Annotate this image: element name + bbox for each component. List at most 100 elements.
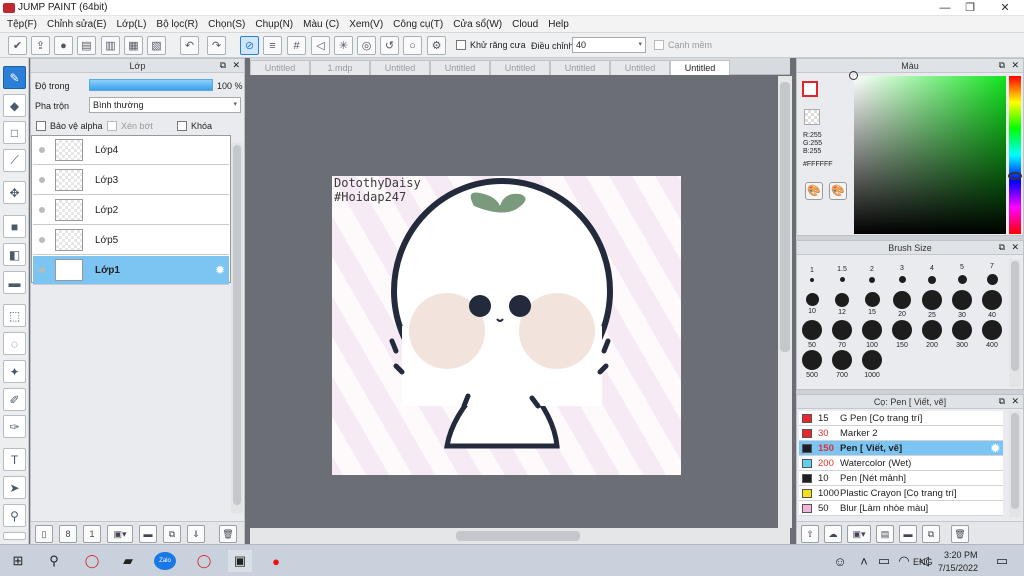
- canvas-area[interactable]: DotothyDaisy #Hoidap247: [250, 76, 778, 528]
- brush-size-option[interactable]: 200: [917, 319, 947, 349]
- close-button[interactable]: ✕: [990, 0, 1020, 16]
- brush-size-option[interactable]: 15: [857, 289, 887, 319]
- tab-untitled[interactable]: Untitled: [370, 60, 430, 75]
- popout-icon[interactable]: ⧉: [999, 60, 1005, 71]
- brush-size-option[interactable]: 7: [977, 259, 1007, 289]
- snap-curve-icon[interactable]: ↺: [380, 36, 399, 55]
- rect-select-icon[interactable]: ⬚: [3, 304, 26, 327]
- menu-filter[interactable]: Bộ lọc(R): [151, 19, 203, 30]
- export-icon[interactable]: ⇪: [31, 36, 50, 55]
- merge-down-icon[interactable]: ⇓: [187, 525, 205, 543]
- layer-row-selected[interactable]: Lớp1 ✹: [33, 256, 229, 285]
- line-tool-icon[interactable]: ⟋: [3, 149, 26, 172]
- layer-row[interactable]: Lớp3: [33, 166, 229, 195]
- brush-size-option[interactable]: 150: [887, 319, 917, 349]
- maximize-button[interactable]: ❐: [955, 0, 985, 16]
- close-panel-icon[interactable]: ✕: [1011, 60, 1019, 71]
- gear-icon[interactable]: ✹: [991, 442, 1000, 455]
- menu-color[interactable]: Màu (C): [298, 19, 344, 30]
- zalo-icon[interactable]: Zalo: [154, 552, 176, 570]
- magic-wand-icon[interactable]: ✦: [3, 360, 26, 383]
- visibility-icon[interactable]: [39, 207, 45, 213]
- menu-file[interactable]: Tệp(F): [2, 19, 42, 30]
- text-tool-icon[interactable]: T: [3, 448, 26, 471]
- brush-item[interactable]: 10 Pen [Nét mảnh]: [799, 471, 1003, 486]
- antialias-checkbox[interactable]: [456, 40, 466, 50]
- jump-paint-taskbar-icon[interactable]: ▣: [228, 550, 252, 572]
- brush-settings-icon[interactable]: ▤: [876, 525, 894, 543]
- document-icon[interactable]: ▦: [124, 36, 143, 55]
- brush-upload-icon[interactable]: ⇧: [801, 525, 819, 543]
- lock-option[interactable]: Khóa: [177, 121, 212, 131]
- visibility-icon[interactable]: [39, 177, 45, 183]
- settings-doc-icon[interactable]: ▧: [147, 36, 166, 55]
- brush-size-option[interactable]: 20: [887, 289, 917, 319]
- snap-off-icon[interactable]: ⊘: [240, 36, 259, 55]
- shape-tool-icon[interactable]: □: [3, 121, 26, 144]
- palette-icon[interactable]: 🎨: [805, 182, 823, 200]
- popout-icon[interactable]: ⧉: [220, 60, 226, 71]
- menu-help[interactable]: Help: [543, 19, 574, 30]
- brush-size-option[interactable]: 700: [827, 349, 857, 379]
- new-1bit-layer-icon[interactable]: 1: [83, 525, 101, 543]
- tab-untitled[interactable]: Untitled: [490, 60, 550, 75]
- brush-folder-icon[interactable]: ▬: [899, 525, 917, 543]
- clock-time[interactable]: 3:20 PM: [944, 550, 978, 560]
- brush-item[interactable]: 15 G Pen [Cọ trang trí]: [799, 411, 1003, 426]
- undo-icon[interactable]: ↶: [180, 36, 199, 55]
- snap-circle-icon[interactable]: ◎: [357, 36, 376, 55]
- operation-tool-icon[interactable]: ➤: [3, 476, 26, 499]
- snap-ellipse-icon[interactable]: ○: [403, 36, 422, 55]
- bucket-tool-icon[interactable]: ◧: [3, 243, 26, 266]
- visibility-icon[interactable]: [39, 237, 45, 243]
- brush-size-option[interactable]: 1: [797, 259, 827, 289]
- antialias-option[interactable]: Khử răng cưa: [456, 40, 526, 50]
- layer-row[interactable]: Lớp5: [33, 226, 229, 255]
- new-layer-icon[interactable]: ▯: [35, 525, 53, 543]
- primary-color-swatch[interactable]: [802, 81, 818, 97]
- brush-size-option[interactable]: 30: [947, 289, 977, 319]
- protect-alpha-checkbox[interactable]: [36, 121, 46, 131]
- eraser-tool-icon[interactable]: ◆: [3, 94, 26, 117]
- adjust-input[interactable]: 40 ▾: [572, 37, 646, 53]
- snap-settings-icon[interactable]: ⚙: [427, 36, 446, 55]
- move-tool-icon[interactable]: ✥: [3, 181, 26, 204]
- tab-untitled[interactable]: Untitled: [610, 60, 670, 75]
- cloud-check-icon[interactable]: ✔: [8, 36, 27, 55]
- brush-size-option[interactable]: 4: [917, 259, 947, 289]
- popout-icon[interactable]: ⧉: [999, 242, 1005, 253]
- visibility-icon[interactable]: [39, 267, 45, 273]
- snap-vanish-icon[interactable]: ◁: [311, 36, 330, 55]
- clock-date[interactable]: 7/15/2022: [938, 563, 978, 573]
- close-panel-icon[interactable]: ✕: [1011, 242, 1019, 253]
- layer-row[interactable]: Lớp2: [33, 196, 229, 225]
- windows-start-icon[interactable]: ⊞: [6, 550, 30, 572]
- saturation-value-picker[interactable]: [854, 76, 1006, 234]
- lasso-select-icon[interactable]: ◌: [3, 332, 26, 355]
- brush-list-scrollbar[interactable]: [1009, 411, 1021, 517]
- layer-scrollbar[interactable]: [231, 143, 243, 513]
- scroll-thumb[interactable]: [456, 531, 580, 541]
- brush-item[interactable]: 1000 Plastic Crayon [Cọ trang trí]: [799, 486, 1003, 501]
- menu-window[interactable]: Cửa sổ(W): [448, 19, 507, 30]
- brush-size-option[interactable]: 400: [977, 319, 1007, 349]
- tab-untitled[interactable]: Untitled: [430, 60, 490, 75]
- hue-slider-handle[interactable]: [1008, 172, 1022, 180]
- scroll-thumb[interactable]: [780, 82, 790, 352]
- brush-size-option[interactable]: 70: [827, 319, 857, 349]
- record-icon[interactable]: ●: [264, 550, 288, 572]
- menu-layer[interactable]: Lớp(L): [112, 19, 152, 30]
- brush-size-option[interactable]: 300: [947, 319, 977, 349]
- message-icon[interactable]: ▤: [77, 36, 96, 55]
- soft-edge-option[interactable]: Cạnh mềm: [654, 40, 712, 50]
- menu-select[interactable]: Chọn(S): [203, 19, 250, 30]
- snap-parallel-icon[interactable]: ≡: [263, 36, 282, 55]
- brush-item-selected[interactable]: 150 Pen [ Viết, vẽ] ✹: [799, 441, 1003, 456]
- brush-cloud-icon[interactable]: ☁: [824, 525, 842, 543]
- soft-edge-checkbox[interactable]: [654, 40, 664, 50]
- trash-icon[interactable]: 🗑: [951, 525, 969, 543]
- brush-size-option[interactable]: 1.5: [827, 259, 857, 289]
- tab-untitled[interactable]: Untitled: [550, 60, 610, 75]
- tab-untitled[interactable]: Untitled: [250, 60, 310, 75]
- select-eraser-icon[interactable]: ✑: [3, 415, 26, 438]
